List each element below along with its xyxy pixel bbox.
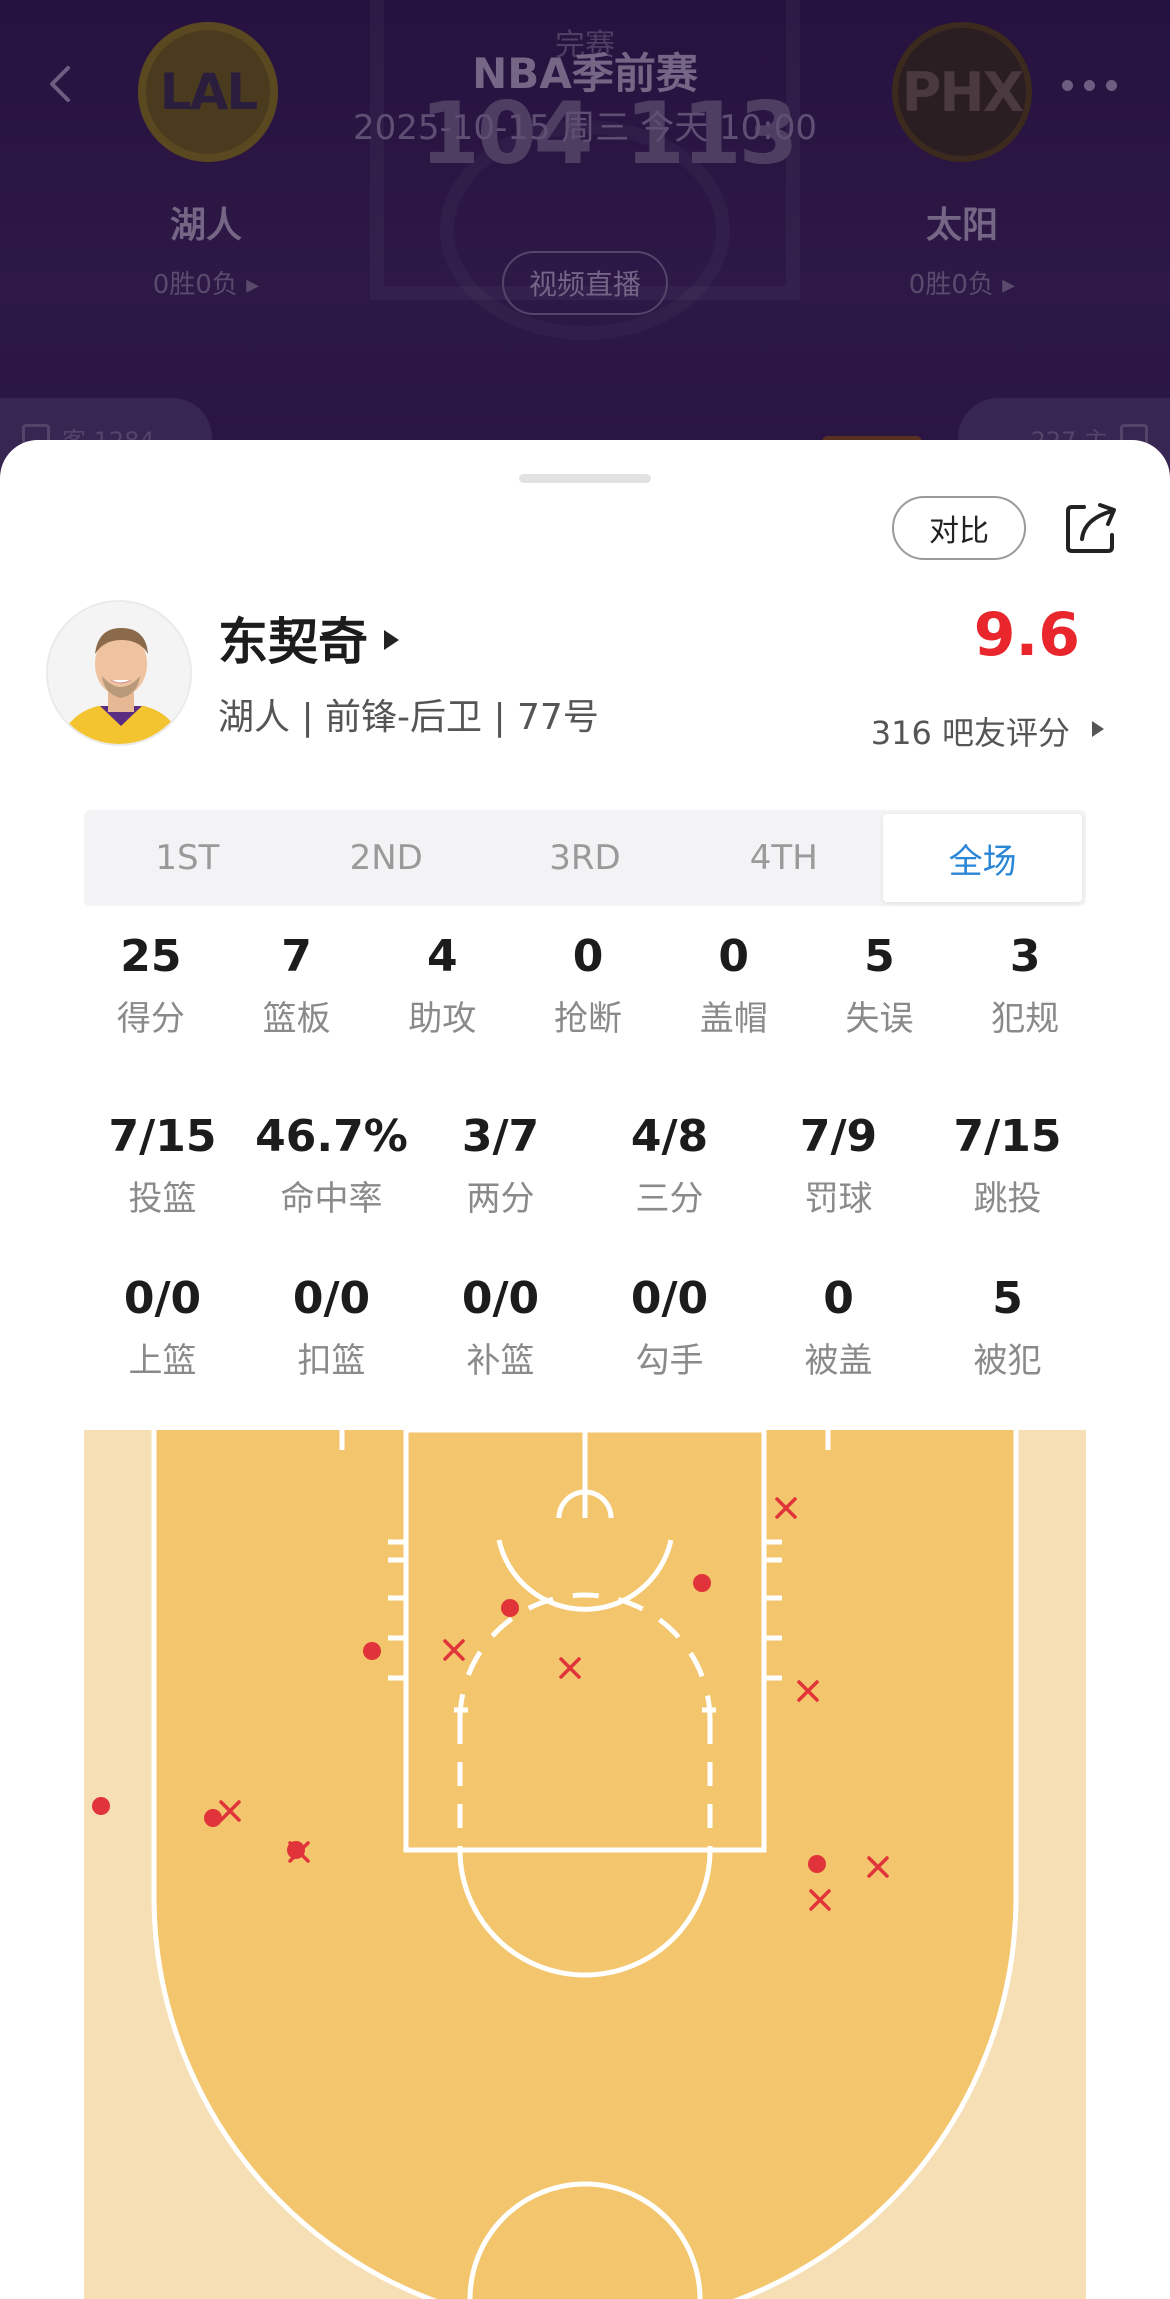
stat-turnovers: 5 失误 [807, 928, 953, 1040]
stat-label: 盖帽 [699, 999, 768, 1040]
stat-fouls-drawn: 5 被犯 [923, 1270, 1092, 1382]
stat-rebounds: 7 篮板 [224, 928, 370, 1040]
stat-label: 补篮 [466, 1341, 535, 1382]
play-arrow-icon[interactable] [1092, 721, 1104, 737]
sheet-grabber[interactable] [519, 474, 651, 483]
game-date: 2025-10-15 周三 今天 10:00 [353, 108, 817, 148]
stat-value: 7 [281, 931, 312, 982]
tab-full-game[interactable]: 全场 [883, 814, 1082, 902]
stat-value: 5 [864, 931, 895, 982]
stat-fg-percentage: 46.7% 命中率 [247, 1108, 416, 1220]
stat-label: 两分 [466, 1179, 535, 1220]
stat-label: 扣篮 [297, 1341, 366, 1382]
stat-fouls: 3 犯规 [952, 928, 1098, 1040]
tab-1st[interactable]: 1ST [88, 814, 287, 902]
stat-value: 25 [120, 931, 182, 982]
tab-2nd[interactable]: 2ND [287, 814, 486, 902]
stat-field-goals: 7/15 投篮 [78, 1108, 247, 1220]
stat-value: 4/8 [630, 1111, 709, 1162]
stat-free-throws: 7/9 罚球 [754, 1108, 923, 1220]
stat-label: 上篮 [128, 1341, 197, 1382]
compare-button[interactable]: 对比 [892, 496, 1026, 560]
stat-value: 0 [823, 1273, 854, 1324]
stat-blocks: 0 盖帽 [661, 928, 807, 1040]
stat-label: 三分 [635, 1179, 704, 1220]
player-avatar[interactable] [46, 600, 192, 746]
shot-made-marker [693, 1574, 711, 1592]
away-team-name[interactable]: 太阳 [862, 196, 1062, 248]
stat-value: 5 [992, 1273, 1023, 1324]
more-icon[interactable] [1062, 80, 1122, 94]
stats-row-shooting: 7/15 投篮 46.7% 命中率 3/7 两分 4/8 三分 7/9 罚球 7/15 跳投 [78, 1108, 1092, 1220]
stat-label: 被犯 [973, 1341, 1042, 1382]
shot-made-marker [363, 1642, 381, 1660]
stat-three-pointers: 4/8 三分 [585, 1108, 754, 1220]
stat-label: 失误 [845, 999, 914, 1040]
stat-value: 46.7% [255, 1111, 408, 1162]
stat-label: 命中率 [280, 1179, 383, 1220]
stat-value: 7/15 [108, 1111, 217, 1162]
lakers-logo-text: LAL [159, 63, 258, 121]
stat-value: 3 [1009, 931, 1041, 982]
stat-steals: 0 抢断 [515, 928, 661, 1040]
shot-made-marker [204, 1809, 222, 1827]
stat-value: 0/0 [123, 1273, 202, 1324]
stat-value: 7/15 [953, 1111, 1062, 1162]
stats-row-shot-types: 0/0 上篮 0/0 扣篮 0/0 补篮 0/0 勾手 0 被盖 5 被犯 [78, 1270, 1092, 1382]
player-name[interactable]: 东契奇 [218, 602, 368, 674]
stat-blocked: 0 被盖 [754, 1270, 923, 1382]
stat-value: 0/0 [461, 1273, 540, 1324]
stat-points: 25 得分 [78, 928, 224, 1040]
stat-label: 跳投 [973, 1179, 1042, 1220]
stat-value: 0 [572, 931, 604, 982]
stat-label: 篮板 [262, 999, 331, 1040]
stat-label: 犯规 [991, 999, 1060, 1040]
lakers-logo[interactable]: LAL [138, 22, 278, 162]
stat-value: 0 [718, 931, 750, 982]
stat-hook-shots: 0/0 勾手 [585, 1270, 754, 1382]
game-header: LAL 湖人 0胜0负 ▸ PHX 太阳 0胜0负 ▸ 104 113 完赛 N… [0, 0, 1170, 470]
home-team-name[interactable]: 湖人 [106, 196, 306, 248]
shot-made-marker [92, 1797, 110, 1815]
away-team-record[interactable]: 0胜0负 ▸ [862, 264, 1062, 301]
shot-chart-court [84, 1430, 1086, 2299]
game-title: NBA季前赛 [472, 49, 698, 98]
tab-3rd[interactable]: 3RD [486, 814, 685, 902]
stat-value: 3/7 [461, 1111, 540, 1162]
stat-value: 0/0 [630, 1273, 709, 1324]
stat-layups: 0/0 上篮 [78, 1270, 247, 1382]
stat-jump-shots: 7/15 跳投 [923, 1108, 1092, 1220]
live-video-button[interactable]: 视频直播 [502, 251, 668, 315]
chevron-right-icon[interactable] [384, 630, 399, 650]
stat-label: 助攻 [408, 999, 477, 1040]
stats-row-basic: 25 得分 7 篮板 4 助攻 0 抢断 0 盖帽 5 失误 3 犯规 [78, 928, 1098, 1040]
tab-4th[interactable]: 4TH [684, 814, 883, 902]
stat-label: 投篮 [128, 1179, 197, 1220]
stat-value: 7/9 [799, 1111, 878, 1162]
stat-label: 得分 [116, 999, 185, 1040]
stat-label: 抢断 [554, 999, 623, 1040]
stat-two-pointers: 3/7 两分 [416, 1108, 585, 1220]
home-team-record[interactable]: 0胜0负 ▸ [106, 264, 306, 301]
stat-label: 被盖 [804, 1341, 873, 1382]
player-rating: 9.6 [973, 600, 1080, 670]
stat-dunks: 0/0 扣篮 [247, 1270, 416, 1382]
suns-logo-text: PHX [901, 60, 1024, 124]
player-photo [48, 602, 190, 744]
stat-putbacks: 0/0 补篮 [416, 1270, 585, 1382]
quarter-tabs: 1ST 2ND 3RD 4TH 全场 [84, 810, 1086, 906]
share-icon[interactable] [1062, 497, 1122, 557]
stat-assists: 4 助攻 [369, 928, 515, 1040]
stat-value: 4 [426, 931, 458, 982]
shot-made-marker [808, 1855, 826, 1873]
stat-label: 勾手 [635, 1341, 704, 1382]
suns-logo[interactable]: PHX [892, 22, 1032, 162]
stat-value: 0/0 [292, 1273, 371, 1324]
back-icon[interactable] [40, 62, 84, 106]
player-meta: 湖人 | 前锋-后卫 | 77号 [218, 697, 599, 738]
rating-count[interactable]: 316 吧友评分 [820, 708, 1070, 754]
stat-label: 罚球 [804, 1179, 873, 1220]
player-stats-sheet: 对比 东契奇 湖人 | 前锋-后卫 | 77号 9.6 316 吧友评分 1ST… [0, 440, 1170, 2299]
shot-made-marker [501, 1599, 519, 1617]
